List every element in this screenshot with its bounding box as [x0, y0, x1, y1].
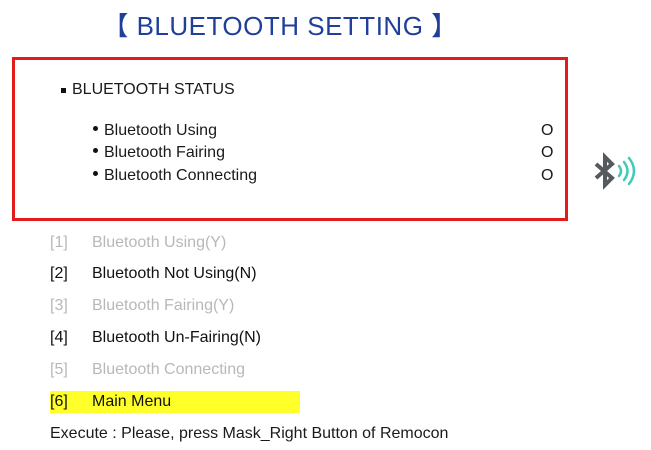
menu-item-number: [1] — [50, 234, 68, 251]
menu-item-main-menu[interactable]: [6] Main Menu — [50, 391, 300, 413]
menu-item-label: Bluetooth Un-Fairing(N) — [92, 329, 261, 346]
status-row-connecting: Bluetooth Connecting O — [93, 166, 563, 186]
menu-item-bluetooth-connecting[interactable]: [5] Bluetooth Connecting — [50, 359, 255, 381]
page-title: 【 BLUETOOTH SETTING 】 — [102, 11, 458, 41]
menu-item-bluetooth-not-using[interactable]: [2] Bluetooth Not Using(N) — [50, 263, 267, 285]
menu-item-number: [2] — [50, 265, 68, 282]
bluetooth-signal-icon — [594, 152, 636, 190]
execute-instruction: Execute : Please, press Mask_Right Butto… — [50, 425, 449, 442]
status-row-value: O — [541, 167, 554, 184]
status-row-using: Bluetooth Using O — [93, 121, 563, 141]
status-row-value: O — [541, 144, 554, 161]
status-heading-label: BLUETOOTH STATUS — [72, 81, 235, 98]
bullet-icon — [93, 171, 98, 177]
menu-item-bluetooth-un-fairing[interactable]: [4] Bluetooth Un-Fairing(N) — [50, 327, 271, 349]
bullet-icon — [93, 126, 98, 132]
menu-item-number: [6] — [50, 393, 68, 410]
menu-item-number: [4] — [50, 329, 68, 346]
status-row-value: O — [541, 122, 554, 139]
bullet-icon — [93, 148, 98, 154]
bluetooth-status-panel: BLUETOOTH STATUS Bluetooth Using O Bluet… — [12, 57, 568, 221]
menu-item-bluetooth-fairing[interactable]: [3] Bluetooth Fairing(Y) — [50, 295, 244, 317]
status-row-fairing: Bluetooth Fairing O — [93, 143, 563, 163]
menu-item-label: Bluetooth Fairing(Y) — [92, 297, 235, 314]
menu-item-label: Main Menu — [92, 393, 172, 410]
menu-item-label: Bluetooth Not Using(N) — [92, 265, 257, 282]
status-row-label: Bluetooth Using — [104, 122, 217, 139]
menu-item-label: Bluetooth Using(Y) — [92, 234, 227, 251]
status-heading: BLUETOOTH STATUS — [61, 81, 235, 99]
square-bullet-icon — [61, 87, 66, 93]
menu-item-label: Bluetooth Connecting — [92, 361, 245, 378]
menu-item-bluetooth-using[interactable]: [1] Bluetooth Using(Y) — [50, 232, 236, 254]
status-row-label: Bluetooth Fairing — [104, 144, 225, 161]
status-row-label: Bluetooth Connecting — [104, 167, 257, 184]
menu-item-number: [3] — [50, 297, 68, 314]
menu-item-number: [5] — [50, 361, 68, 378]
